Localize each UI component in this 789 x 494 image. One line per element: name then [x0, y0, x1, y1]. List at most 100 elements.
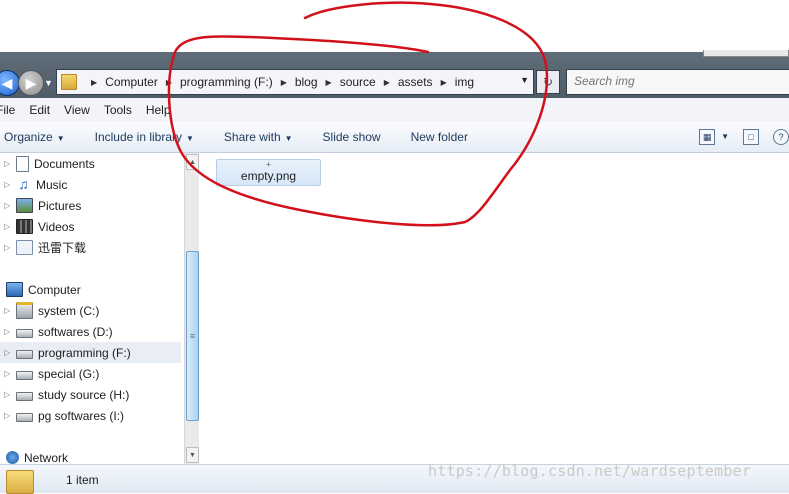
address-bar[interactable]: ▶ Computer ▶ programming (F:) ▶ blog ▶ s… — [56, 69, 534, 95]
drive-icon — [16, 350, 33, 359]
chevron-down-icon: ▼ — [186, 134, 194, 143]
expand-arrow-icon[interactable]: ▷ — [4, 306, 12, 315]
command-bar: Organize ▼ Include in library ▼ Share with… — [0, 122, 789, 153]
drive-icon — [16, 392, 33, 401]
chevron-right-icon[interactable]: ▶ — [326, 78, 332, 87]
chevron-down-icon[interactable]: ▼ — [520, 75, 529, 85]
system-drive-icon — [16, 302, 33, 319]
help-icon[interactable]: ? — [773, 129, 789, 145]
nav-item-drive-f[interactable]: ▷ programming (F:) — [0, 342, 181, 363]
breadcrumb-img[interactable]: img — [455, 75, 474, 89]
chevron-down-icon[interactable]: ▼ — [721, 132, 729, 145]
drive-icon — [16, 329, 33, 338]
chevron-right-icon[interactable]: ▶ — [384, 78, 390, 87]
file-item[interactable]: + empty.png — [216, 159, 321, 186]
navigation-pane: ▷ Documents ▷ ♫ Music ▷ Pictures ▷ Video… — [0, 153, 184, 464]
window-chrome: ◀ ▶ ▼ ▶ Computer ▶ programming (F:) ▶ bl… — [0, 50, 789, 98]
menu-help[interactable]: Help — [146, 103, 171, 117]
back-button[interactable]: ◀ — [0, 70, 20, 96]
computer-icon — [6, 282, 23, 297]
drive-icon — [16, 371, 33, 380]
file-list: + empty.png — [199, 153, 789, 464]
chevron-right-icon[interactable]: ▶ — [281, 78, 287, 87]
nav-label: programming (F:) — [38, 345, 131, 360]
folder-icon — [61, 74, 77, 90]
expand-arrow-icon[interactable]: ▷ — [4, 222, 12, 231]
nav-label: 迅雷下载 — [38, 241, 87, 255]
scroll-down-icon[interactable]: ▼ — [186, 447, 199, 463]
nav-item-music[interactable]: ▷ ♫ Music — [0, 174, 181, 195]
nav-label: Pictures — [38, 198, 82, 213]
music-icon: ♫ — [18, 176, 29, 192]
organize-button[interactable]: Organize ▼ — [4, 130, 65, 144]
breadcrumb-blog[interactable]: blog — [295, 75, 318, 89]
change-view-icon[interactable]: ▦ — [699, 129, 716, 145]
nav-label: Documents — [34, 156, 95, 171]
breadcrumb-assets[interactable]: assets — [398, 75, 433, 89]
nav-label: study source (H:) — [38, 387, 130, 402]
menu-view[interactable]: View — [64, 103, 90, 117]
background-area — [0, 0, 789, 52]
nav-item-drive-d[interactable]: ▷ softwares (D:) — [0, 321, 181, 342]
breadcrumb-drive[interactable]: programming (F:) — [180, 75, 273, 89]
expand-arrow-icon[interactable]: ▷ — [4, 243, 12, 252]
preview-pane-icon[interactable]: □ — [743, 129, 759, 145]
breadcrumb-source[interactable]: source — [340, 75, 376, 89]
nav-item-drive-i[interactable]: ▷ pg softwares (I:) — [0, 405, 181, 426]
search-box[interactable] — [566, 69, 789, 95]
new-folder-button[interactable]: New folder — [411, 130, 468, 144]
slide-show-button[interactable]: Slide show — [323, 130, 381, 144]
nav-label: system (C:) — [38, 303, 100, 318]
include-in-library-button[interactable]: Include in library ▼ — [95, 130, 194, 144]
expand-arrow-icon[interactable]: ▷ — [4, 201, 12, 210]
chevron-right-icon[interactable]: ▶ — [441, 78, 447, 87]
forward-button[interactable]: ▶ — [18, 70, 44, 96]
share-with-button[interactable]: Share with ▼ — [224, 130, 293, 144]
chevron-right-icon[interactable]: ▶ — [166, 78, 172, 87]
nav-item-drive-g[interactable]: ▷ special (G:) — [0, 363, 181, 384]
file-name: empty.png — [240, 169, 297, 183]
nav-label: Computer — [28, 282, 81, 297]
nav-item-drive-c[interactable]: ▷ system (C:) — [0, 300, 181, 321]
expand-arrow-icon[interactable]: ▷ — [4, 327, 12, 336]
nav-item-network[interactable]: Network — [0, 447, 181, 464]
refresh-button[interactable]: ↻ — [536, 70, 560, 94]
menu-edit[interactable]: Edit — [29, 103, 50, 117]
scroll-up-icon[interactable]: ▲ — [186, 154, 199, 170]
search-input[interactable] — [567, 70, 774, 92]
nav-item-downloads[interactable]: ▷ 迅雷下载 — [0, 237, 181, 258]
view-options: ▦ ▼ □ ? — [685, 129, 789, 145]
expand-arrow-icon[interactable]: ▷ — [4, 369, 12, 378]
watermark: https://blog.csdn.net/wardseptember — [428, 462, 752, 480]
arrow-left-icon: ◀ — [1, 74, 13, 91]
caption-buttons[interactable] — [703, 50, 789, 57]
nav-item-videos[interactable]: ▷ Videos — [0, 216, 181, 237]
chevron-down-icon: ▼ — [56, 134, 65, 143]
nav-item-computer[interactable]: Computer — [0, 279, 181, 300]
organize-label: Organize — [4, 130, 53, 144]
expand-arrow-icon[interactable]: ▷ — [4, 180, 12, 189]
menu-file[interactable]: File — [0, 103, 15, 117]
pictures-icon — [16, 198, 33, 213]
scrollbar-thumb[interactable]: ≡ — [186, 251, 199, 421]
expand-arrow-icon[interactable]: ▷ — [4, 159, 12, 168]
drive-icon — [16, 413, 33, 422]
chevron-right-icon[interactable]: ▶ — [91, 78, 97, 87]
nav-item-pictures[interactable]: ▷ Pictures — [0, 195, 181, 216]
recent-pages-dropdown-icon[interactable]: ▼ — [44, 78, 53, 88]
share-with-label: Share with — [223, 130, 281, 144]
nav-label: Videos — [38, 219, 75, 234]
documents-icon — [16, 155, 29, 172]
nav-item-drive-h[interactable]: ▷ study source (H:) — [0, 384, 181, 405]
expand-arrow-icon[interactable]: ▷ — [4, 348, 12, 357]
breadcrumb-computer[interactable]: Computer — [105, 75, 158, 89]
expand-arrow-icon[interactable]: ▷ — [4, 390, 12, 399]
expand-arrow-icon[interactable]: ▷ — [4, 411, 12, 420]
nav-item-documents[interactable]: ▷ Documents — [0, 153, 181, 174]
nav-label: pg softwares (I:) — [38, 408, 125, 423]
include-in-library-label: Include in library — [94, 130, 182, 144]
navigation-scrollbar[interactable]: ▲ ≡ ▼ — [184, 153, 199, 464]
menu-bar: File Edit View Tools Help — [0, 98, 789, 123]
menu-tools[interactable]: Tools — [104, 103, 132, 117]
download-folder-icon — [16, 240, 33, 255]
